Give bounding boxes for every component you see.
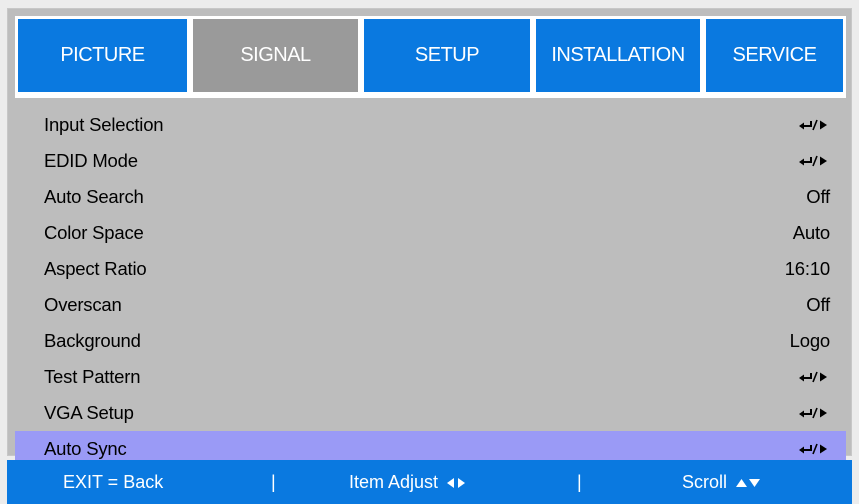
tab-service[interactable]: SERVICE <box>703 16 846 95</box>
menu-item-auto-search[interactable]: Auto Search Off <box>15 179 846 215</box>
menu-item-test-pattern[interactable]: Test Pattern <box>15 359 846 395</box>
menu-item-value: Off <box>806 186 830 207</box>
tab-divider <box>15 95 846 98</box>
enter-right-icon <box>798 118 830 132</box>
menu-item-color-space[interactable]: Color Space Auto <box>15 215 846 251</box>
tab-setup[interactable]: SETUP <box>361 16 533 95</box>
menu-item-value: 16:10 <box>784 258 830 279</box>
up-down-arrows-icon <box>736 479 761 488</box>
footer-separator: | <box>577 472 582 492</box>
menu-item-label: Auto Sync <box>44 438 127 459</box>
adjust-hint: Item Adjust <box>349 472 466 493</box>
menu-item-label: Color Space <box>44 222 144 243</box>
menu-item-overscan[interactable]: Overscan Off <box>15 287 846 323</box>
menu-item-label: Aspect Ratio <box>44 258 147 279</box>
scroll-hint-label: Scroll <box>682 472 728 492</box>
footer-help-bar: EXIT = Back | Item Adjust | Scroll <box>7 460 852 504</box>
menu-item-label: Background <box>44 330 141 351</box>
menu-item-aspect-ratio[interactable]: Aspect Ratio 16:10 <box>15 251 846 287</box>
menu-item-input-selection[interactable]: Input Selection <box>15 107 846 143</box>
menu-item-value: Off <box>806 294 830 315</box>
exit-hint: EXIT = Back <box>63 472 164 492</box>
enter-right-icon <box>798 154 830 168</box>
tab-picture[interactable]: PICTURE <box>15 16 190 95</box>
osd-menu-panel: PICTURE SIGNAL SETUP INSTALLATION SERVIC… <box>7 8 852 467</box>
menu-item-value: Logo <box>789 330 831 351</box>
menu-item-value: Auto <box>792 222 830 243</box>
enter-right-icon <box>798 370 830 384</box>
scroll-hint: Scroll <box>682 472 761 493</box>
menu-item-background[interactable]: Background Logo <box>15 323 846 359</box>
adjust-hint-label: Item Adjust <box>349 472 439 492</box>
tab-signal[interactable]: SIGNAL <box>190 16 361 95</box>
enter-right-icon <box>798 406 830 420</box>
tab-bar: PICTURE SIGNAL SETUP INSTALLATION SERVIC… <box>15 16 846 95</box>
menu-item-label: Auto Search <box>44 186 144 207</box>
menu-list: Input Selection EDID Mode Auto Search Of… <box>15 107 846 467</box>
menu-item-vga-setup[interactable]: VGA Setup <box>15 395 846 431</box>
menu-item-label: Input Selection <box>44 114 164 135</box>
menu-item-label: Overscan <box>44 294 122 315</box>
left-right-arrows-icon <box>447 478 466 489</box>
tab-installation[interactable]: INSTALLATION <box>533 16 703 95</box>
menu-item-label: Test Pattern <box>44 366 141 387</box>
enter-right-icon <box>798 442 830 456</box>
menu-item-label: VGA Setup <box>44 402 134 423</box>
footer-separator: | <box>271 472 276 492</box>
menu-item-edid-mode[interactable]: EDID Mode <box>15 143 846 179</box>
menu-item-label: EDID Mode <box>44 150 138 171</box>
